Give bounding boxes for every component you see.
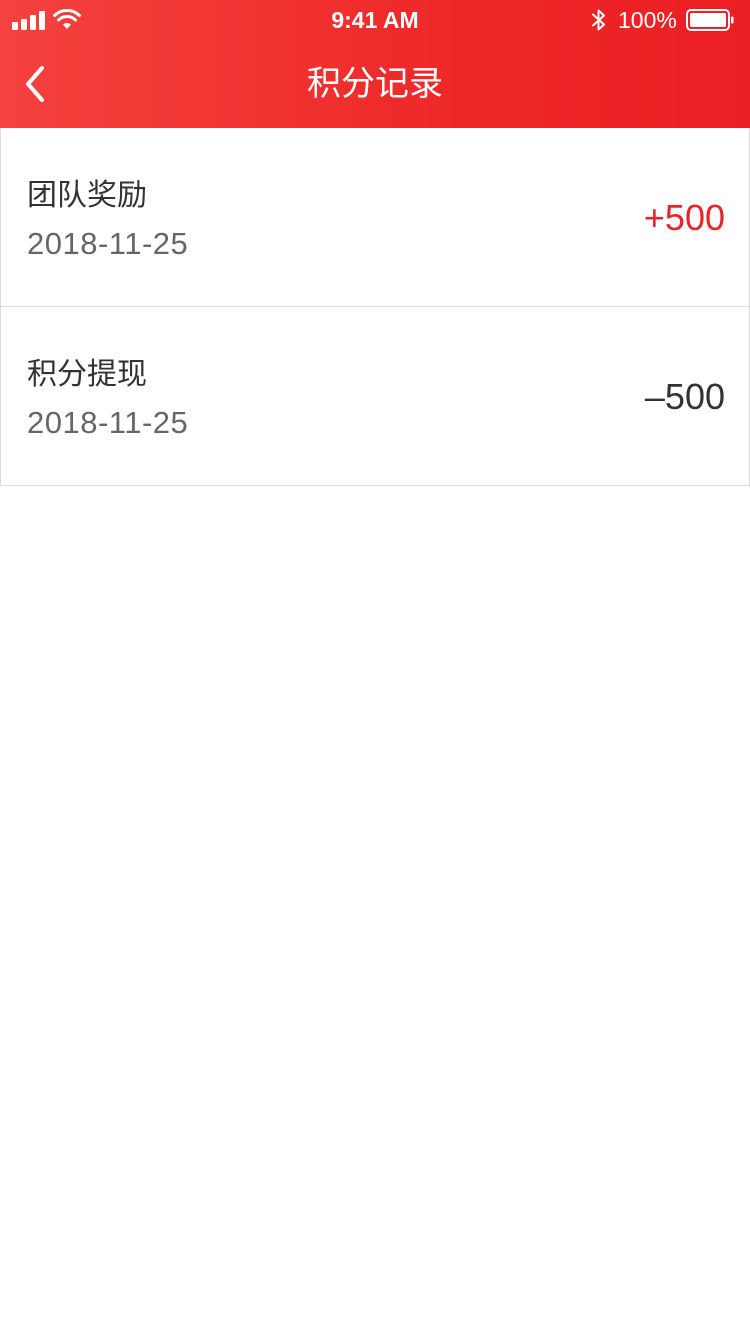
bluetooth-icon <box>592 9 605 31</box>
nav-bar: 积分记录 <box>0 40 750 128</box>
battery-icon <box>686 9 734 31</box>
battery-percent: 100% <box>618 7 677 33</box>
record-title: 积分提现 <box>27 357 147 392</box>
record-date: 2018-11-25 <box>27 405 189 440</box>
points-record-screen: 9:41 AM 100% 积分记录 团队奖励 2018-11-25 +500 积… <box>0 0 750 1334</box>
list-item[interactable]: 积分提现 2018-11-25 –500 <box>0 307 750 486</box>
record-date: 2018-11-25 <box>27 226 189 261</box>
record-list: 团队奖励 2018-11-25 +500 积分提现 2018-11-25 –50… <box>0 128 750 486</box>
status-bar: 9:41 AM 100% <box>0 0 750 40</box>
record-title: 团队奖励 <box>27 178 147 213</box>
record-amount: +500 <box>643 197 725 238</box>
page-title: 积分记录 <box>307 64 443 104</box>
header: 9:41 AM 100% 积分记录 <box>0 0 750 128</box>
list-item[interactable]: 团队奖励 2018-11-25 +500 <box>0 128 750 307</box>
record-amount: –500 <box>644 376 725 417</box>
